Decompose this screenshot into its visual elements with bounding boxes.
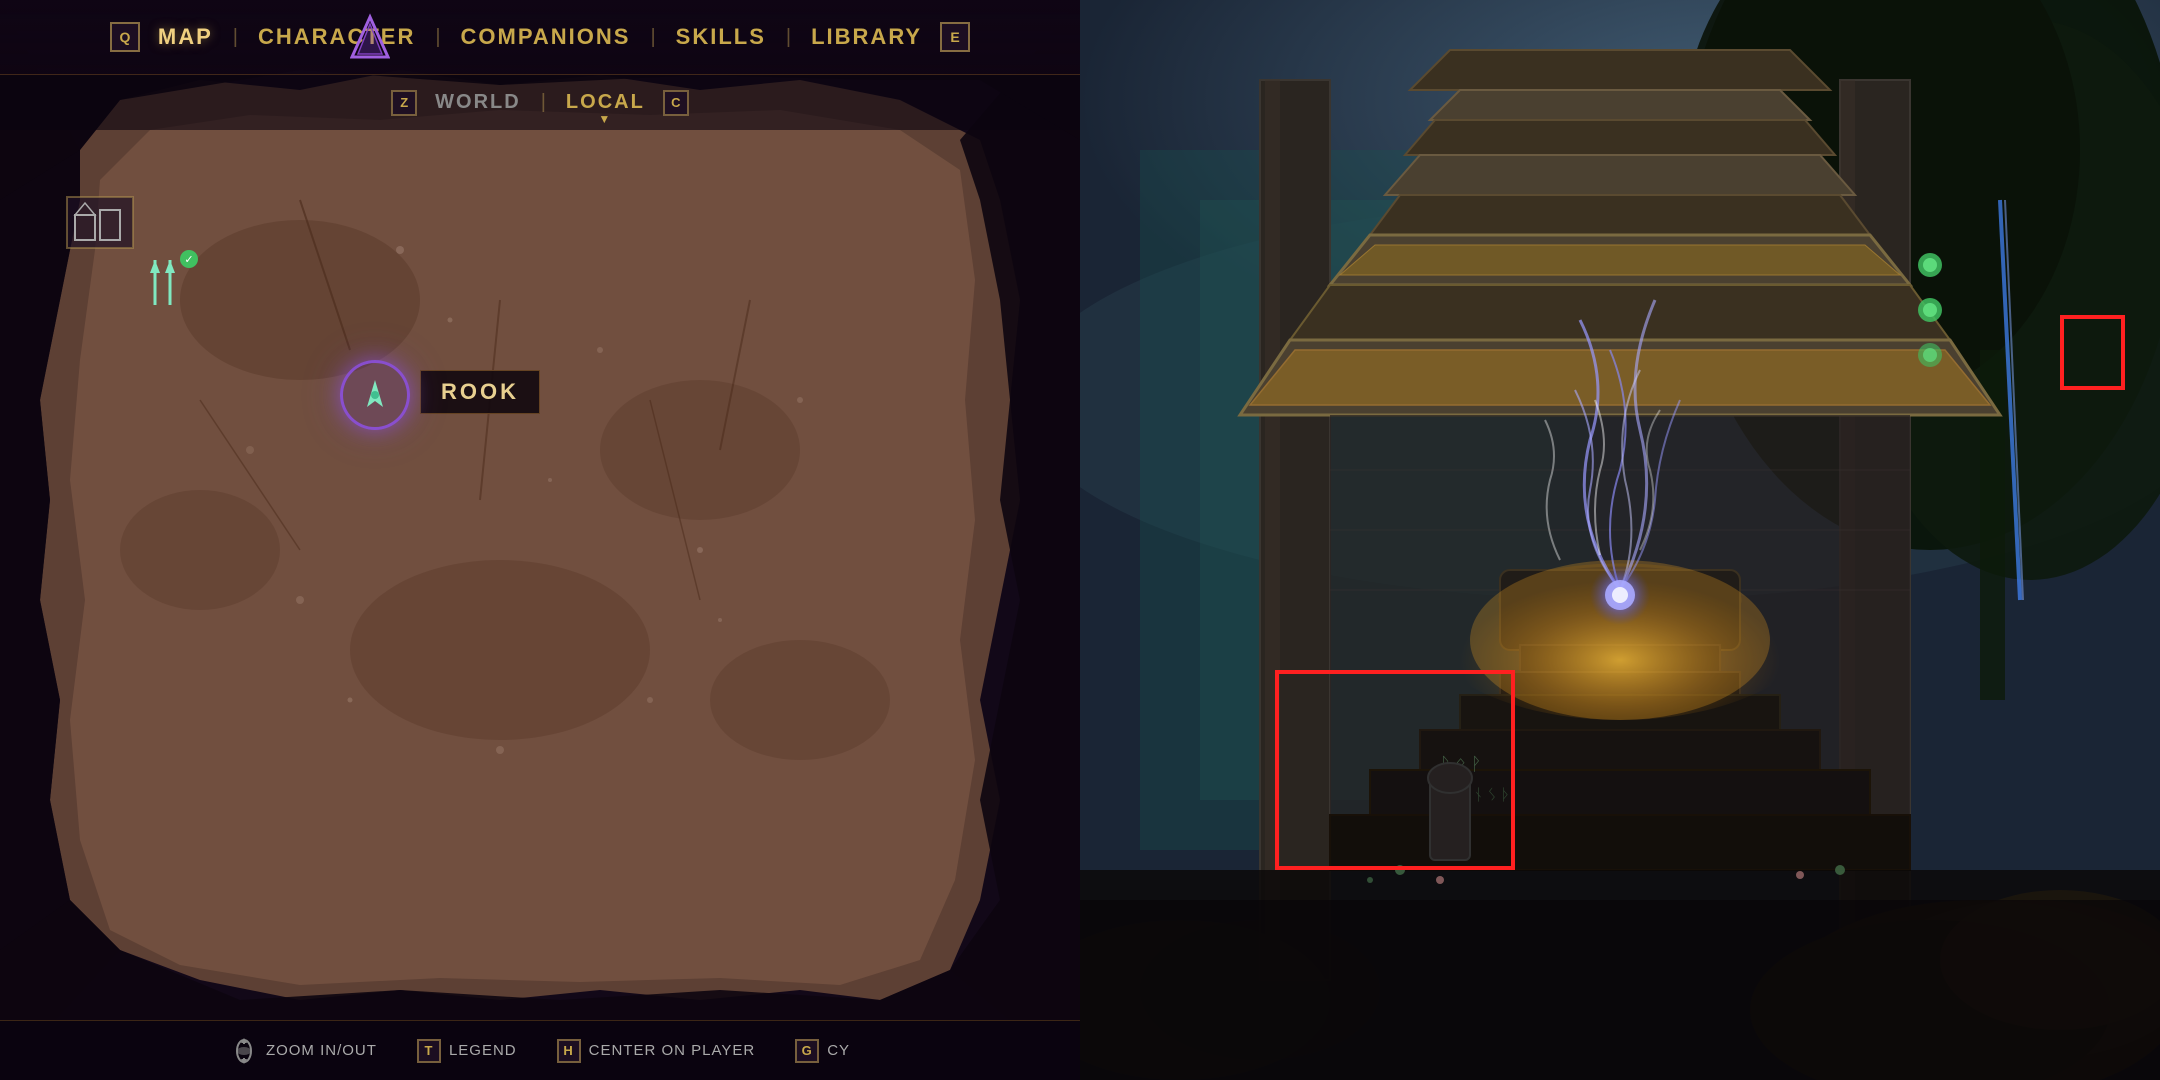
red-highlight-bottom [1275, 670, 1515, 870]
nav-sep-3: | [650, 26, 655, 49]
nav-sep-4: | [786, 26, 791, 49]
nav-sep-2: | [435, 26, 440, 49]
top-navigation: Q MAP | CHARACTER | COMPANIONS | SKILLS … [0, 0, 1080, 75]
zoom-action: ZOOM IN/OUT [230, 1037, 377, 1065]
map-background [0, 0, 1080, 1080]
map-key-c[interactable]: C [663, 90, 689, 116]
bottom-bar: ZOOM IN/OUT T LEGEND H CENTER ON PLAYER … [0, 1020, 1080, 1080]
map-type-local[interactable]: LOCAL ▼ [556, 91, 655, 114]
red-highlight-top [2060, 315, 2125, 390]
cycle-action[interactable]: G CY [795, 1039, 850, 1063]
center-key: H [557, 1039, 581, 1063]
map-icon [350, 12, 390, 52]
nav-sep-1: | [233, 26, 238, 49]
local-arrow: ▼ [598, 112, 612, 126]
player-marker [340, 360, 410, 430]
nav-character[interactable]: CHARACTER [248, 24, 425, 50]
center-action[interactable]: H CENTER ON PLAYER [557, 1039, 756, 1063]
player-label: ROOK [420, 370, 540, 414]
legend-key: T [417, 1039, 441, 1063]
location-marker [65, 195, 135, 255]
companion-marker: ✓ [140, 255, 190, 315]
nav-skills[interactable]: SKILLS [666, 24, 776, 50]
scroll-icon [230, 1037, 258, 1065]
nav-key-q[interactable]: Q [110, 22, 140, 52]
map-type-navigation: Z WORLD | LOCAL ▼ C [0, 75, 1080, 130]
nav-library[interactable]: LIBRARY [801, 24, 932, 50]
map-type-sep: | [541, 91, 546, 114]
nav-map[interactable]: MAP [148, 24, 223, 50]
legend-action[interactable]: T LEGEND [417, 1039, 517, 1063]
nav-companions[interactable]: COMPANIONS [451, 24, 641, 50]
game-scene-panel: ᚱ ᛟ ᚹ ᛉ ᚾ ᛊ ᚦ [1080, 0, 2160, 1080]
cycle-key: G [795, 1039, 819, 1063]
map-type-world[interactable]: WORLD [425, 91, 531, 114]
scene-background: ᚱ ᛟ ᚹ ᛉ ᚾ ᛊ ᚦ [1080, 0, 2160, 1080]
nav-key-e[interactable]: E [940, 22, 970, 52]
player-ring [340, 360, 410, 430]
map-key-z[interactable]: Z [391, 90, 417, 116]
map-panel: Q MAP | CHARACTER | COMPANIONS | SKILLS … [0, 0, 1080, 1080]
companion-checkmark: ✓ [180, 250, 198, 268]
